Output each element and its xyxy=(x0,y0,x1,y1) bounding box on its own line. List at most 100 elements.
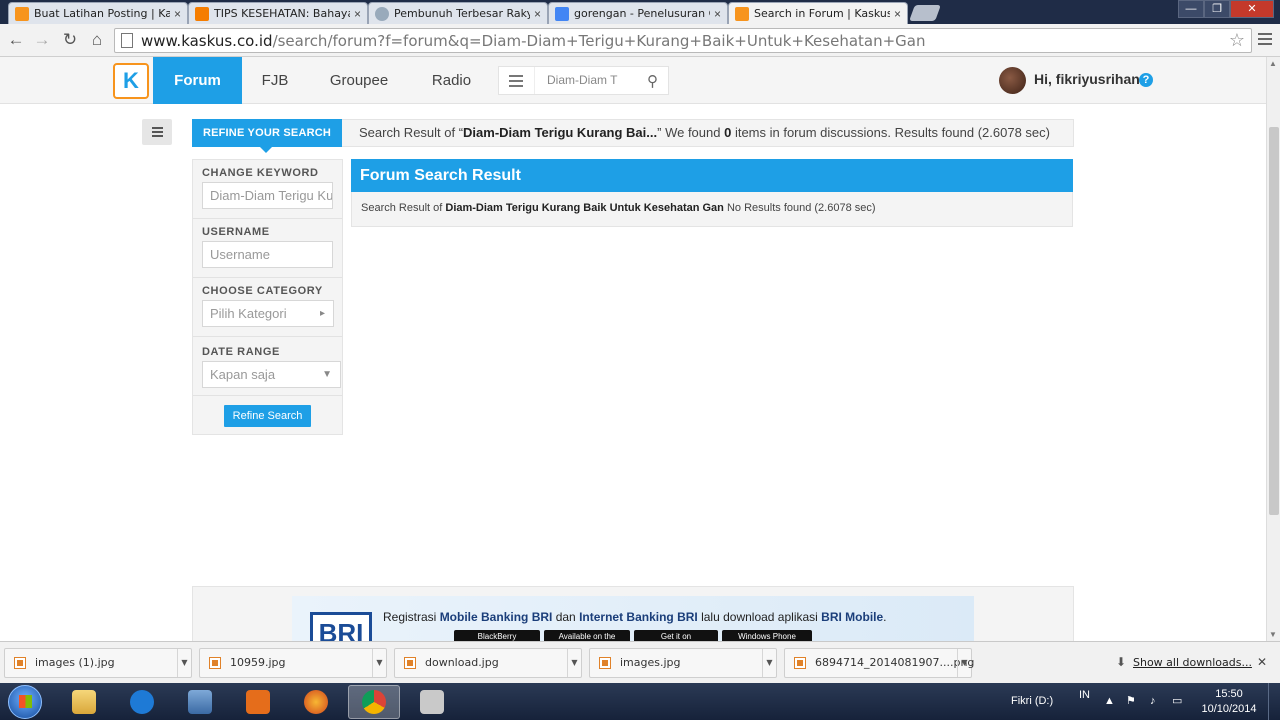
ad-text: Registrasi Mobile Banking BRI dan Intern… xyxy=(383,610,887,624)
date-range-label: DATE RANGE xyxy=(202,346,280,358)
browser-tab[interactable]: Pembunuh Terbesar Rakyat × xyxy=(368,2,548,24)
browser-tab[interactable]: gorengan - Penelusuran G × xyxy=(548,2,728,24)
download-item[interactable]: images (1).jpg ▼ xyxy=(4,648,192,678)
browser-tab[interactable]: Buat Latihan Posting | Kas × xyxy=(8,2,188,24)
tab-title: TIPS KESEHATAN: Bahaya xyxy=(214,7,350,20)
tab-close-icon[interactable]: × xyxy=(354,7,361,21)
nav-forum[interactable]: Forum xyxy=(153,57,242,104)
result-message: Search Result of Diam-Diam Terigu Kurang… xyxy=(351,192,1073,227)
chevron-down-icon[interactable]: ▼ xyxy=(762,649,776,677)
avatar[interactable] xyxy=(999,67,1026,94)
chevron-down-icon[interactable]: ▼ xyxy=(177,649,191,677)
kaskus-logo[interactable]: K xyxy=(113,63,149,99)
help-icon[interactable]: ? xyxy=(1139,73,1153,87)
tab-title: gorengan - Penelusuran G xyxy=(574,7,710,20)
date-range-select[interactable]: Kapan saja ▼ xyxy=(202,361,341,388)
search-query: Diam-Diam Terigu Kurang Bai... xyxy=(463,125,658,140)
bookmark-star-icon[interactable]: ☆ xyxy=(1229,30,1245,51)
bri-ad-banner[interactable]: BRI Registrasi Mobile Banking BRI dan In… xyxy=(292,596,974,642)
show-all-downloads-link[interactable]: Show all downloads... xyxy=(1133,656,1252,669)
category-group: CHOOSE CATEGORY Pilih Kategori ▸ xyxy=(193,278,342,337)
show-desktop-button[interactable] xyxy=(1268,683,1280,720)
close-window-button[interactable]: ✕ xyxy=(1230,0,1274,18)
category-list-icon[interactable] xyxy=(509,75,523,90)
image-file-icon xyxy=(794,657,806,669)
header-search-input[interactable]: Diam-Diam T xyxy=(547,73,621,87)
tab-title: Buat Latihan Posting | Kas xyxy=(34,7,170,20)
system-clock[interactable]: 15:50 10/10/2014 xyxy=(1198,687,1260,717)
nav-radio[interactable]: Radio xyxy=(424,57,479,104)
ad-container: BRI Registrasi Mobile Banking BRI dan In… xyxy=(192,586,1074,642)
back-arrow-icon[interactable]: ← xyxy=(5,29,27,51)
username-group: USERNAME Username xyxy=(193,219,342,278)
show-hidden-icons-icon[interactable]: ▲ xyxy=(1104,683,1115,720)
tab-title: Pembunuh Terbesar Rakyat xyxy=(394,7,530,20)
search-icon[interactable]: ⚲ xyxy=(647,72,658,90)
scroll-down-icon[interactable]: ▼ xyxy=(1269,630,1277,639)
result-title: Forum Search Result xyxy=(351,159,1073,192)
browser-menu-icon[interactable] xyxy=(1258,33,1272,48)
tab-close-icon[interactable]: × xyxy=(714,7,721,21)
new-tab-button[interactable] xyxy=(909,5,941,21)
volume-icon[interactable]: ♪ xyxy=(1150,683,1156,720)
close-icon[interactable]: ✕ xyxy=(1257,655,1267,669)
home-icon[interactable]: ⌂ xyxy=(86,29,108,51)
user-greeting[interactable]: Hi, fikriyusrihan xyxy=(1034,71,1140,87)
action-center-flag-icon[interactable]: ⚑ xyxy=(1126,683,1136,720)
language-indicator[interactable]: IN xyxy=(1079,683,1090,720)
date-group: DATE RANGE Kapan saja ▼ xyxy=(193,337,342,396)
tab-close-icon[interactable]: × xyxy=(894,7,901,21)
refine-search-button[interactable]: Refine Search xyxy=(224,405,311,427)
maximize-button[interactable]: ❐ xyxy=(1204,0,1230,18)
scrollbar-thumb[interactable] xyxy=(1269,127,1279,515)
chrome-taskbar-icon[interactable] xyxy=(348,685,400,719)
tab-close-icon[interactable]: × xyxy=(174,7,181,21)
download-item[interactable]: 6894714_2014081907....png ▼ xyxy=(784,648,974,678)
category-select[interactable]: Pilih Kategori ▸ xyxy=(202,300,334,327)
minimize-button[interactable]: — xyxy=(1178,0,1204,18)
image-file-icon xyxy=(599,657,611,669)
tab-close-icon[interactable]: × xyxy=(534,7,541,21)
clock-time: 15:50 xyxy=(1215,688,1243,700)
browser-tab[interactable]: TIPS KESEHATAN: Bahaya × xyxy=(188,2,368,24)
internet-explorer-taskbar-icon[interactable] xyxy=(116,685,168,719)
chevron-down-icon[interactable]: ▼ xyxy=(372,649,386,677)
forward-arrow-icon[interactable]: → xyxy=(31,29,53,51)
download-item[interactable]: download.jpg ▼ xyxy=(394,648,582,678)
kaskus-favicon-icon xyxy=(735,6,749,21)
address-bar[interactable]: www.kaskus.co.id /search/forum?f=forum&q… xyxy=(114,28,1252,53)
scroll-up-icon[interactable]: ▲ xyxy=(1269,59,1277,68)
downloads-bar: images (1).jpg ▼ 10959.jpg ▼ download.jp… xyxy=(0,641,1280,683)
kaskus-favicon-icon xyxy=(15,6,29,21)
network-taskbar-icon[interactable] xyxy=(174,685,226,719)
media-player-taskbar-icon[interactable] xyxy=(232,685,284,719)
drive-label[interactable]: Fikri (D:) xyxy=(1011,683,1053,720)
username-label: USERNAME xyxy=(202,226,270,238)
nav-groupee[interactable]: Groupee xyxy=(322,57,396,104)
start-button[interactable] xyxy=(8,685,42,719)
search-summary: Search Result of “Diam-Diam Terigu Kuran… xyxy=(342,119,1074,147)
firefox-taskbar-icon[interactable] xyxy=(290,685,342,719)
browser-tab-strip: Buat Latihan Posting | Kas × TIPS KESEHA… xyxy=(0,0,1280,24)
result-query: Diam-Diam Terigu Kurang Baik Untuk Keseh… xyxy=(445,202,724,214)
sidebar-toggle-icon[interactable] xyxy=(142,119,172,145)
image-file-icon xyxy=(14,657,26,669)
page-scrollbar[interactable]: ▲ ▼ xyxy=(1266,57,1280,641)
tab-title: Search in Forum | Kaskus xyxy=(754,7,890,20)
nav-fjb[interactable]: FJB xyxy=(252,57,298,104)
keyword-group: CHANGE KEYWORD Diam-Diam Terigu Ku xyxy=(193,160,342,219)
disc-taskbar-icon[interactable] xyxy=(406,685,458,719)
chevron-down-icon[interactable]: ▼ xyxy=(567,649,581,677)
keyword-input[interactable]: Diam-Diam Terigu Ku xyxy=(202,182,333,209)
category-value: Pilih Kategori xyxy=(210,306,287,321)
network-icon[interactable]: ▭ xyxy=(1172,683,1182,720)
reload-icon[interactable]: ↻ xyxy=(59,29,81,51)
chevron-down-icon[interactable]: ▼ xyxy=(957,649,971,677)
windows-taskbar: Fikri (D:) IN ▲ ⚑ ♪ ▭ 15:50 10/10/2014 xyxy=(0,683,1280,720)
explorer-taskbar-icon[interactable] xyxy=(58,685,110,719)
username-input[interactable]: Username xyxy=(202,241,333,268)
refine-search-tab[interactable]: REFINE YOUR SEARCH xyxy=(192,119,342,153)
browser-tab-active[interactable]: Search in Forum | Kaskus × xyxy=(728,2,908,24)
download-item[interactable]: 10959.jpg ▼ xyxy=(199,648,387,678)
download-item[interactable]: images.jpg ▼ xyxy=(589,648,777,678)
